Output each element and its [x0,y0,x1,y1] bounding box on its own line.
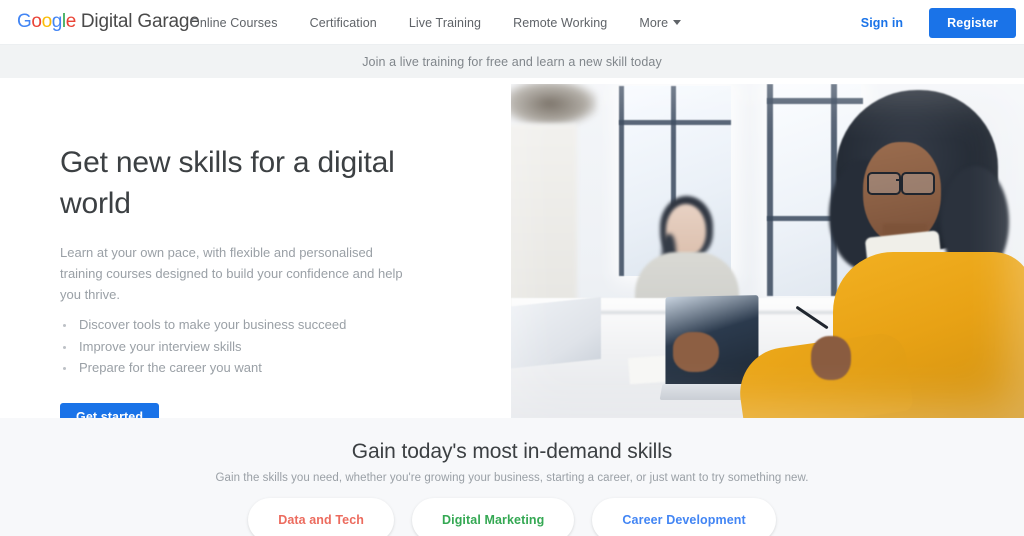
google-letter: g [51,11,63,32]
nav-item-online-courses[interactable]: Online Courses [190,16,278,30]
list-item: Improve your interview skills [60,336,470,358]
skills-category-pills: Data and Tech Digital Marketing Career D… [0,498,1024,536]
nav-item-more-label: More [639,15,669,30]
google-letter: o [41,11,53,32]
pill-digital-marketing[interactable]: Digital Marketing [412,498,575,536]
nav-item-certification[interactable]: Certification [310,16,377,30]
hero-subtitle: Learn at your own pace, with flexible an… [60,245,403,302]
nav-item-live-training[interactable]: Live Training [409,16,481,30]
nav-item-remote-working[interactable]: Remote Working [513,16,607,30]
announcement-banner[interactable]: Join a live training for free and learn … [0,45,1024,78]
pill-career-development[interactable]: Career Development [592,498,776,536]
list-item: Prepare for the career you want [60,357,470,379]
register-button[interactable]: Register [929,7,1016,38]
skills-title: Gain today's most in-demand skills [351,440,673,463]
nav-item-more[interactable]: More [639,15,682,30]
photo-vignette [511,84,1024,418]
google-letter: o [31,11,42,32]
announcement-text: Join a live training for free and learn … [362,54,662,69]
hero-title: Get new skills for a digital world [60,146,395,220]
sign-in-link[interactable]: Sign in [861,16,903,30]
pill-data-and-tech[interactable]: Data and Tech [248,498,394,536]
hero-photo [511,84,1024,418]
primary-nav: Online Courses Certification Live Traini… [190,0,682,45]
skills-subtitle: Gain the skills you need, whether you're… [215,472,809,484]
list-item: Discover tools to make your business suc… [60,314,470,336]
google-letter: e [65,11,77,32]
header-actions: Sign in Register [861,0,1016,45]
page-root: Google Digital Garage Online Courses Cer… [0,0,1024,536]
hero-section: Get new skills for a digital world Learn… [0,78,1024,432]
google-letter: G [17,11,32,32]
hero-benefit-list: Discover tools to make your business suc… [60,314,470,379]
google-wordmark: Google [17,11,76,33]
skills-section: Gain today's most in-demand skills Gain … [0,418,1024,536]
hero-copy: Get new skills for a digital world Learn… [60,142,470,432]
site-header: Google Digital Garage Online Courses Cer… [0,0,1024,45]
chevron-down-icon [673,20,682,25]
brand-logo[interactable]: Google Digital Garage [17,11,200,33]
brand-suffix-label: Digital Garage [80,11,200,32]
